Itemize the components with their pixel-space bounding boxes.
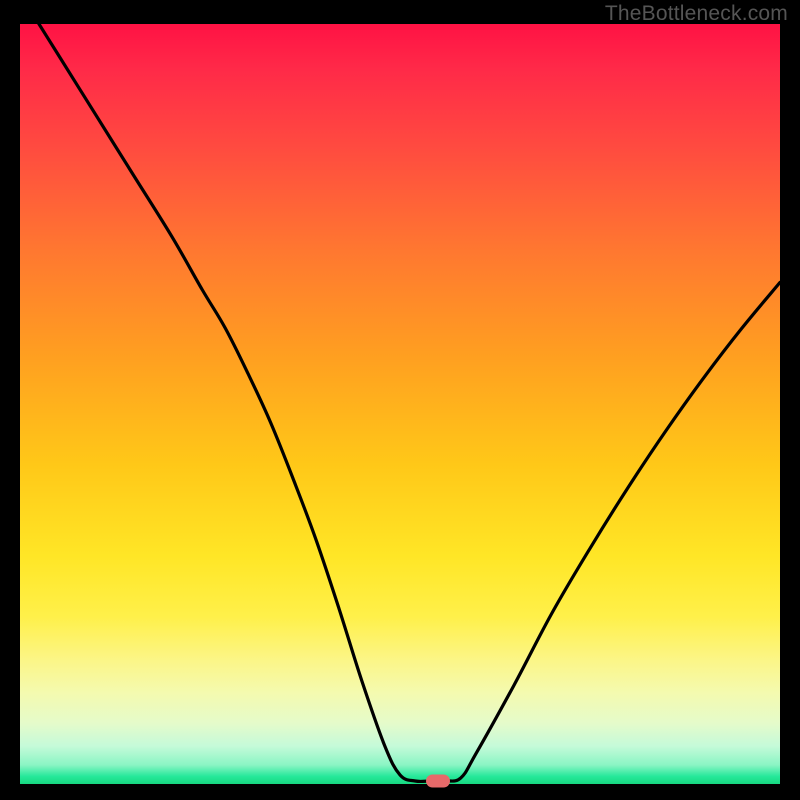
curve-path (20, 24, 780, 781)
chart-container: TheBottleneck.com (0, 0, 800, 800)
plot-area (20, 24, 780, 784)
watermark-text: TheBottleneck.com (605, 2, 788, 26)
bottleneck-curve (20, 24, 780, 784)
optimum-marker (426, 774, 450, 787)
